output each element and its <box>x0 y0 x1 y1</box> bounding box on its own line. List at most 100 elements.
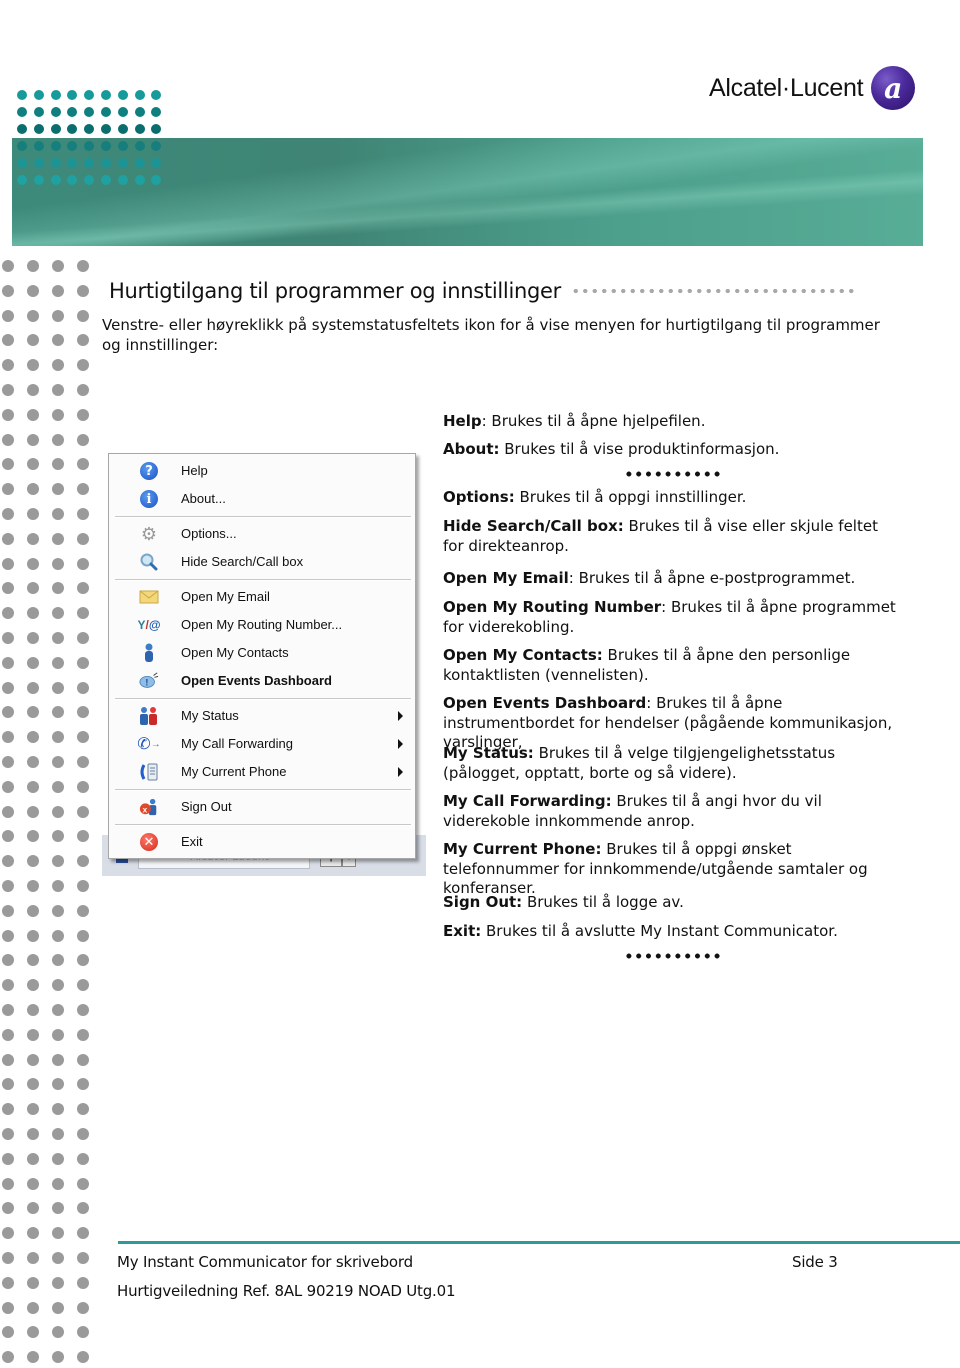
menu-item-my-status[interactable]: My Status <box>109 702 415 728</box>
menu-screenshot: Alcatel-Lucent ⚲ ▾ ? Help i About... ⚙ O… <box>102 450 426 876</box>
grey-dot <box>2 532 14 545</box>
grey-dot <box>77 830 89 843</box>
grey-dot <box>2 483 14 496</box>
envelope-icon <box>139 587 159 607</box>
grey-dot <box>52 1351 64 1364</box>
teal-dot <box>101 90 111 100</box>
menu-item-call-forwarding[interactable]: ✆ → My Call Forwarding <box>109 730 415 756</box>
grey-dot <box>52 557 64 570</box>
menu-item-options[interactable]: ⚙ Options... <box>109 520 415 546</box>
menu-item-open-routing[interactable]: Y / @ Open My Routing Number... <box>109 611 415 637</box>
grey-dot <box>27 1053 39 1066</box>
menu-item-help[interactable]: ? Help <box>109 457 415 483</box>
grey-dot <box>27 408 39 421</box>
grey-dot <box>2 433 14 446</box>
desc-open-contacts: Open My Contacts: Brukes til å åpne den … <box>443 646 903 685</box>
grey-dot <box>52 632 64 644</box>
grey-dot <box>2 706 14 719</box>
grey-dot <box>2 1351 14 1364</box>
section-title-text: Hurtigtilgang til programmer og innstill… <box>109 279 561 303</box>
grey-dot <box>77 979 89 992</box>
teal-dot <box>33 107 44 117</box>
grey-dot <box>77 1301 89 1314</box>
grey-dot <box>52 483 64 496</box>
grey-dot <box>52 284 64 297</box>
grey-dot <box>77 1351 89 1364</box>
grey-dot <box>2 1152 14 1165</box>
grey-dot <box>2 309 14 322</box>
teal-dot <box>134 124 145 134</box>
grey-dot <box>77 855 89 868</box>
grey-dot <box>27 979 39 992</box>
teal-dot <box>84 90 95 100</box>
submenu-arrow-icon <box>398 767 403 777</box>
events-bubble-icon: ! <box>139 671 159 691</box>
menu-item-hide-search[interactable]: Hide Search/Call box <box>109 548 415 574</box>
teal-dot <box>17 107 27 117</box>
menu-item-current-phone[interactable]: My Current Phone <box>109 758 415 784</box>
teal-dot <box>33 90 44 100</box>
teal-dot <box>17 90 27 100</box>
grey-dot <box>27 904 39 917</box>
menu-item-open-contacts[interactable]: Open My Contacts <box>109 639 415 665</box>
grey-dot <box>77 1152 89 1165</box>
grey-dot <box>77 483 89 496</box>
grey-dot <box>27 1152 39 1165</box>
grey-dot <box>27 334 39 347</box>
grey-dot <box>27 1004 39 1016</box>
grey-dot <box>27 632 39 644</box>
grey-dot <box>2 557 14 570</box>
grey-dot <box>77 1053 89 1066</box>
grey-dot <box>2 1128 14 1140</box>
grey-dot <box>77 458 89 471</box>
sign-out-icon: x <box>139 797 159 817</box>
grey-dot <box>52 1227 64 1240</box>
grey-dot <box>77 805 89 818</box>
grey-dot <box>52 929 64 942</box>
menu-item-open-email[interactable]: Open My Email <box>109 583 415 609</box>
menu-item-open-events-dashboard[interactable]: ! Open Events Dashboard <box>109 667 415 693</box>
teal-dot <box>151 90 162 100</box>
menu-item-label: My Current Phone <box>181 763 287 779</box>
grey-dot <box>27 1028 39 1041</box>
desc-hide-search: Hide Search/Call box: Brukes til å vise … <box>443 517 903 556</box>
menu-item-exit[interactable]: ✕ Exit <box>109 828 415 854</box>
grey-dot <box>52 1152 64 1165</box>
teal-dot <box>117 158 128 168</box>
call-forward-icon: ✆ → <box>137 736 161 753</box>
teal-dot <box>134 175 145 185</box>
desc-call-forwarding: My Call Forwarding: Brukes til å angi hv… <box>443 792 903 831</box>
desc-term: Open My Email <box>443 569 569 587</box>
grey-dot <box>2 855 14 868</box>
desc-term: Exit: <box>443 922 482 940</box>
desc-term: My Status: <box>443 744 534 762</box>
grey-dot <box>27 830 39 843</box>
teal-dot <box>67 124 78 134</box>
grey-dot <box>52 780 64 793</box>
gear-icon: ⚙ <box>140 523 158 544</box>
teal-dot <box>33 124 44 134</box>
menu-item-sign-out[interactable]: x Sign Out <box>109 793 415 819</box>
grey-dot <box>52 458 64 471</box>
teal-dot <box>117 124 128 134</box>
desc-term: Open My Contacts: <box>443 646 603 664</box>
teal-dot <box>134 107 145 117</box>
grey-dot <box>2 1103 14 1116</box>
grey-dot <box>77 1078 89 1091</box>
grey-dot <box>77 284 89 297</box>
menu-item-about[interactable]: i About... <box>109 485 415 511</box>
desc-options: Options: Brukes til å oppgi innstillinge… <box>443 488 903 508</box>
grey-dot <box>77 706 89 719</box>
grey-dot <box>52 582 64 595</box>
grey-dot <box>52 532 64 545</box>
desc-my-status: My Status: Brukes til å velge tilgjengel… <box>443 744 903 783</box>
menu-separator <box>115 698 411 700</box>
teal-dot <box>151 107 162 117</box>
menu-separator <box>115 516 411 518</box>
teal-dot <box>117 107 128 117</box>
help-icon: ? <box>139 461 159 481</box>
grey-dot <box>27 706 39 719</box>
teal-dot <box>134 158 145 168</box>
grey-dot <box>2 1177 14 1190</box>
grey-dot <box>52 309 64 322</box>
